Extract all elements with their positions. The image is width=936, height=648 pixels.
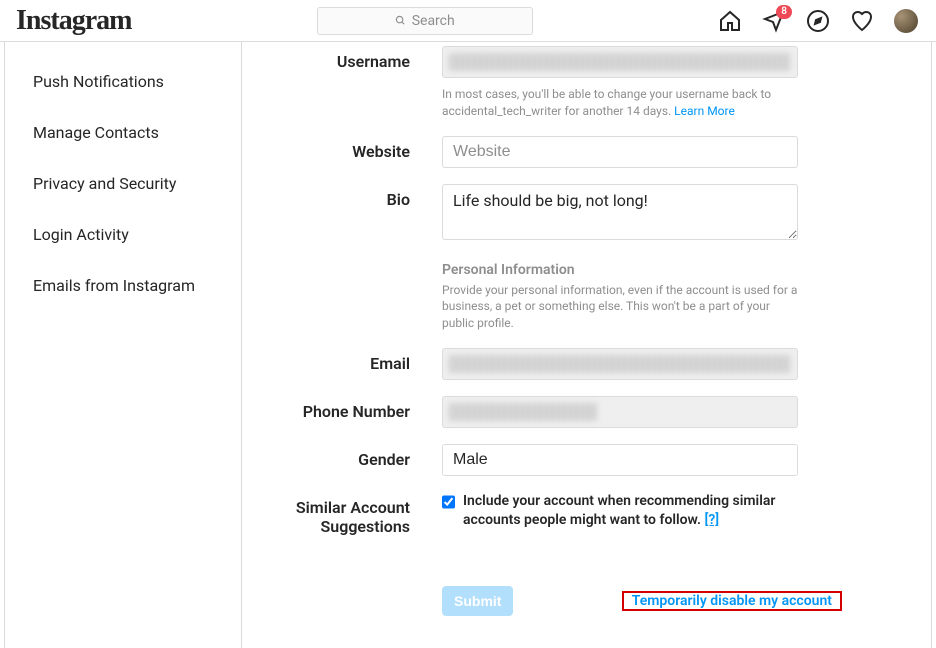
similar-help-link[interactable]: [?] xyxy=(705,512,720,528)
personal-info-heading: Personal Information xyxy=(442,262,798,278)
similar-label-line1: Similar Account xyxy=(296,498,410,517)
username-label: Username xyxy=(274,46,442,71)
gender-label: Gender xyxy=(274,444,442,469)
edit-profile-form: Username In most cases, you'll be able t… xyxy=(242,42,932,648)
username-help: In most cases, you'll be able to change … xyxy=(442,86,798,120)
phone-label: Phone Number xyxy=(274,396,442,421)
website-label: Website xyxy=(274,136,442,161)
similar-accounts-label: Include your account when recommending s… xyxy=(463,492,798,530)
bio-field[interactable] xyxy=(442,184,798,240)
bio-label: Bio xyxy=(274,184,442,209)
email-field[interactable] xyxy=(442,348,798,380)
sidebar-item-manage-contacts[interactable]: Manage Contacts xyxy=(5,107,241,158)
search-input[interactable]: Search xyxy=(317,7,533,35)
home-icon[interactable] xyxy=(718,9,742,33)
top-nav: Instagram Search 8 xyxy=(0,0,936,42)
similar-checkbox-text: Include your account when recommending s… xyxy=(463,493,775,528)
search-placeholder: Search xyxy=(412,13,455,29)
instagram-logo[interactable]: Instagram xyxy=(16,5,131,37)
messages-badge: 8 xyxy=(776,5,792,19)
activity-icon[interactable] xyxy=(850,9,874,33)
topbar-center: Search xyxy=(131,7,718,35)
explore-icon[interactable] xyxy=(806,9,830,33)
settings-sidebar: Push Notifications Manage Contacts Priva… xyxy=(4,42,242,648)
sidebar-item-privacy-security[interactable]: Privacy and Security xyxy=(5,158,241,209)
main-area: Push Notifications Manage Contacts Priva… xyxy=(0,42,936,648)
search-icon xyxy=(395,15,406,26)
sidebar-item-push-notifications[interactable]: Push Notifications xyxy=(5,56,241,107)
username-field[interactable] xyxy=(442,46,798,78)
similar-accounts-checkbox[interactable] xyxy=(442,495,455,509)
similar-label: Similar Account Suggestions xyxy=(274,492,442,536)
email-label: Email xyxy=(274,348,442,373)
similar-label-line2: Suggestions xyxy=(321,517,410,536)
personal-info-description: Provide your personal information, even … xyxy=(442,282,798,332)
messages-icon[interactable]: 8 xyxy=(762,9,786,33)
submit-button[interactable]: Submit xyxy=(442,586,513,616)
phone-field[interactable] xyxy=(442,396,798,428)
learn-more-link[interactable]: Learn More xyxy=(674,104,735,118)
sidebar-item-emails-from-instagram[interactable]: Emails from Instagram xyxy=(5,260,241,311)
avatar[interactable] xyxy=(894,9,918,33)
gender-field[interactable] xyxy=(442,444,798,476)
annotation-highlight: Temporarily disable my account xyxy=(622,591,842,611)
website-field[interactable] xyxy=(442,136,798,168)
temporarily-disable-link[interactable]: Temporarily disable my account xyxy=(624,583,840,619)
sidebar-item-login-activity[interactable]: Login Activity xyxy=(5,209,241,260)
topbar-actions: 8 xyxy=(718,9,918,33)
